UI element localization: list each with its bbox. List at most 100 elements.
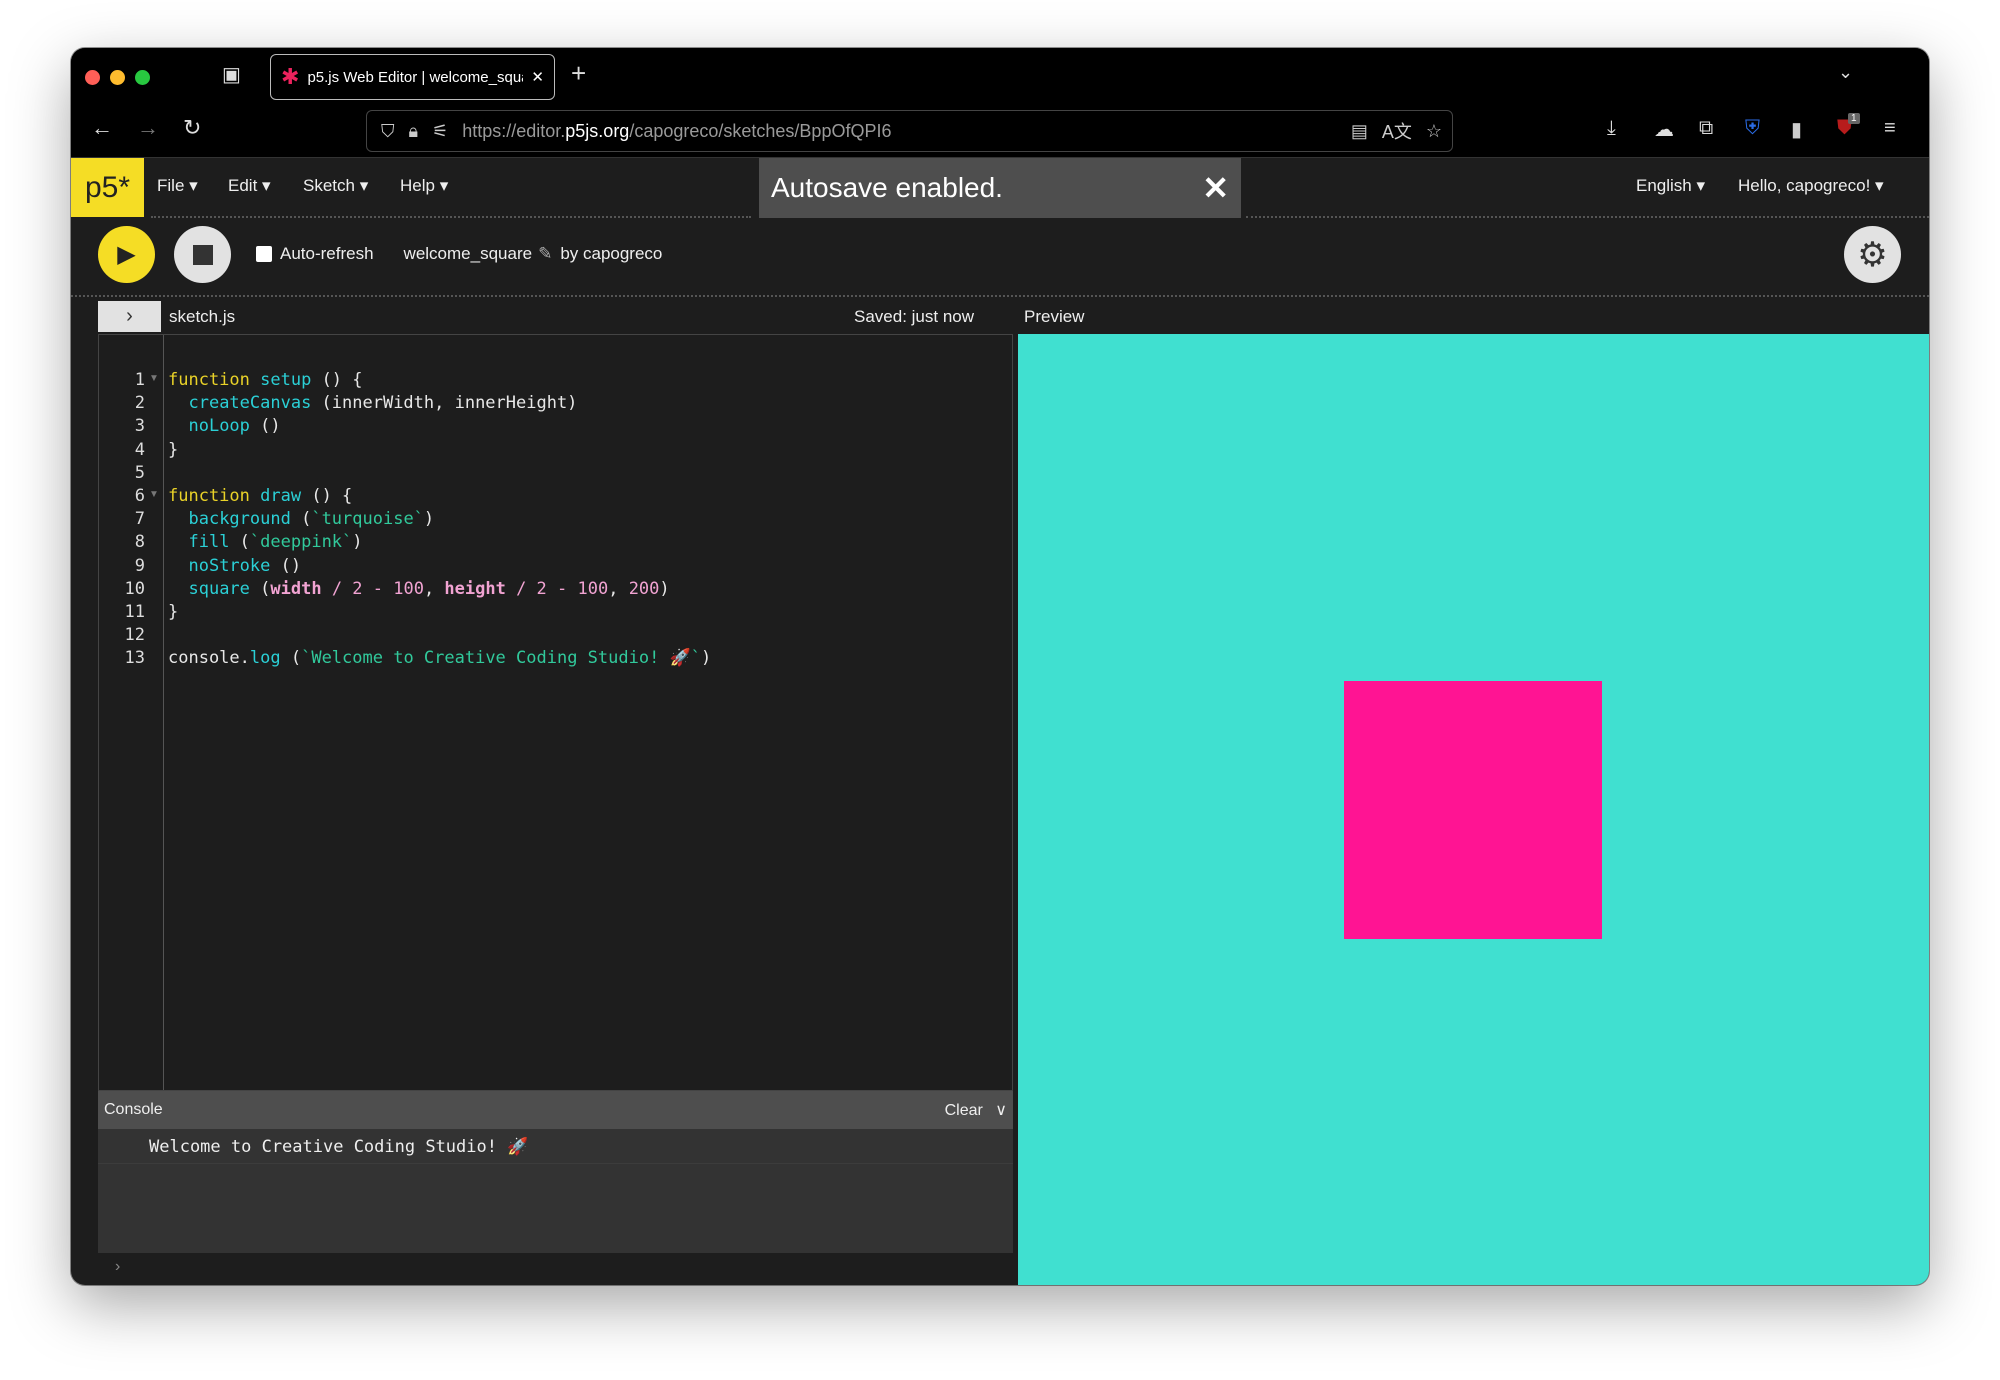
line-number: 4 [134,439,145,460]
settings-button[interactable]: ⚙ [1844,226,1901,283]
bitwarden-icon[interactable]: ⛨ [1745,117,1760,140]
fold-arrow-icon[interactable]: ▼ [149,373,159,384]
edit-pencil-icon[interactable]: ✎ [538,244,552,264]
code-line[interactable]: noStroke () [168,556,301,576]
console-prompt-icon[interactable]: › [115,1258,120,1276]
code-line[interactable]: function draw () { [168,486,352,506]
code-line[interactable]: function setup () { [168,370,363,390]
code-token: () { [311,370,363,390]
line-number: 7 [134,509,145,530]
code-line[interactable]: square (width / 2 - 100, height / 2 - 10… [168,578,670,599]
play-button[interactable]: ▶ [98,226,155,283]
tab-list-chevron-icon[interactable]: ⌄ [1838,62,1853,83]
extension-cloud-icon[interactable]: ☁ [1654,117,1674,142]
autosave-notification: Autosave enabled. ✕ [759,158,1241,218]
address-bar[interactable]: ⛉ 🔒︎ ⚟ https://editor.p5js.org/capogreco… [366,110,1453,152]
divider [151,216,751,218]
tab-title: p5.js Web Editor | welcome_square [307,68,524,86]
close-tab-icon[interactable]: ✕ [531,68,544,86]
line-number: 10 [124,578,145,599]
divider [71,295,1929,297]
code-token: ) [700,648,712,669]
console-header: Console Clear ∨ [98,1091,1013,1129]
menu-sketch[interactable]: Sketch ▾ [303,176,368,196]
console-clear-button[interactable]: Clear [945,1102,983,1119]
lock-icon[interactable]: 🔒︎ [409,121,419,142]
bookmark-star-icon[interactable]: ☆ [1426,121,1442,142]
save-status: Saved: just now [854,307,975,326]
reader-view-icon[interactable]: ▤ [1351,121,1368,142]
close-window-button[interactable] [85,70,100,85]
code-line[interactable]: background (`turquoise`) [168,509,434,529]
code-line[interactable]: createCanvas (innerWidth, innerHeight) [168,393,577,413]
preview-canvas[interactable] [1018,334,1929,1285]
code-line[interactable]: noLoop () [168,416,280,437]
notification-text: Autosave enabled. [771,172,1003,203]
auto-refresh-label[interactable]: Auto-refresh [280,244,374,264]
sketch-name[interactable]: welcome_square [404,244,533,264]
code-token: ( [249,578,271,599]
extensions-puzzle-icon[interactable]: ⧉ [1699,117,1713,140]
code-line[interactable]: } [168,602,178,622]
play-icon: ▶ [117,241,136,268]
stop-button[interactable] [174,226,231,283]
gear-icon: ⚙ [1857,235,1888,274]
language-menu[interactable]: English ▾ [1636,176,1705,196]
close-notification-icon[interactable]: ✕ [1202,169,1229,207]
menu-file[interactable]: File ▾ [157,176,198,196]
code-token: `turquoise` [311,509,424,530]
menu-edit[interactable]: Edit ▾ [228,176,271,196]
menu-label: Sketch [303,176,355,195]
maximize-window-button[interactable] [135,70,150,85]
code-token: width [270,578,322,599]
url-domain: p5js.org [565,120,630,141]
translate-icon[interactable]: A文 [1382,118,1412,144]
app-menu-icon[interactable]: ≡ [1884,117,1896,140]
back-button[interactable]: ← [91,115,113,141]
menu-help[interactable]: Help ▾ [400,176,448,196]
code-token: ) [659,578,670,599]
shield-icon[interactable]: ⛉ [381,121,395,142]
fold-arrow-icon[interactable]: ▼ [149,489,159,500]
collapse-console-chevron-icon[interactable]: ∨ [995,1102,1007,1119]
code-token: `Welcome to Creative Coding Studio! 🚀` [301,648,701,669]
user-menu[interactable]: Hello, capogreco! ▾ [1738,176,1884,196]
new-tab-button[interactable]: + [571,58,586,89]
toggle-sidebar-button[interactable]: › [98,301,161,332]
p5-favicon-icon: ✱ [281,64,300,89]
url-text[interactable]: https://editor.p5js.org/capogreco/sketch… [462,121,891,142]
tab-overview-icon[interactable]: ▣ [222,62,241,87]
auto-refresh-checkbox[interactable] [256,246,272,262]
code-line[interactable]: } [168,440,178,460]
browser-tab[interactable]: ✱ p5.js Web Editor | welcome_square ✕ [270,54,555,100]
user-label: Hello, capogreco! [1738,176,1871,195]
code-line[interactable]: console.log (`Welcome to Creative Coding… [168,648,711,668]
code-token: } [168,439,179,460]
code-token: ) [352,532,363,553]
code-token: noStroke [188,555,271,576]
code-token: () { [301,486,353,506]
forward-button[interactable]: → [137,115,159,141]
code-token: noLoop [188,416,250,437]
url-prefix: https://editor. [462,120,566,141]
downloads-icon[interactable]: ⤓ [1607,117,1616,140]
navigation-bar: ← → ↻ ⛉ 🔒︎ ⚟ https://editor.p5js.org/cap… [71,105,1929,158]
sketch-author[interactable]: by capogreco [560,244,662,264]
code-editor[interactable]: 1 ▼ 2 3 4 5 6 ▼ 7 8 9 10 11 12 13 function setup () { … [98,334,1013,1091]
code-line[interactable]: fill (`deeppink`) [168,532,363,553]
code-token: / 2 - 100 [321,578,424,599]
code-token: (innerWidth, innerHeight) [311,393,578,414]
reload-button[interactable]: ↻ [183,115,201,141]
code-token: ) [423,509,435,530]
browser-window: ▣ ✱ p5.js Web Editor | welcome_square ✕ … [71,48,1929,1285]
permissions-icon[interactable]: ⚟ [432,121,448,142]
document-extension-icon[interactable]: ▮ [1791,117,1802,142]
code-token: console. [168,648,250,669]
line-number: 8 [134,532,145,553]
line-number: 6 [134,486,145,506]
p5-logo[interactable]: p5* [71,158,144,217]
minimize-window-button[interactable] [110,70,125,85]
code-token: draw [260,486,302,506]
code-token: fill [188,532,230,553]
